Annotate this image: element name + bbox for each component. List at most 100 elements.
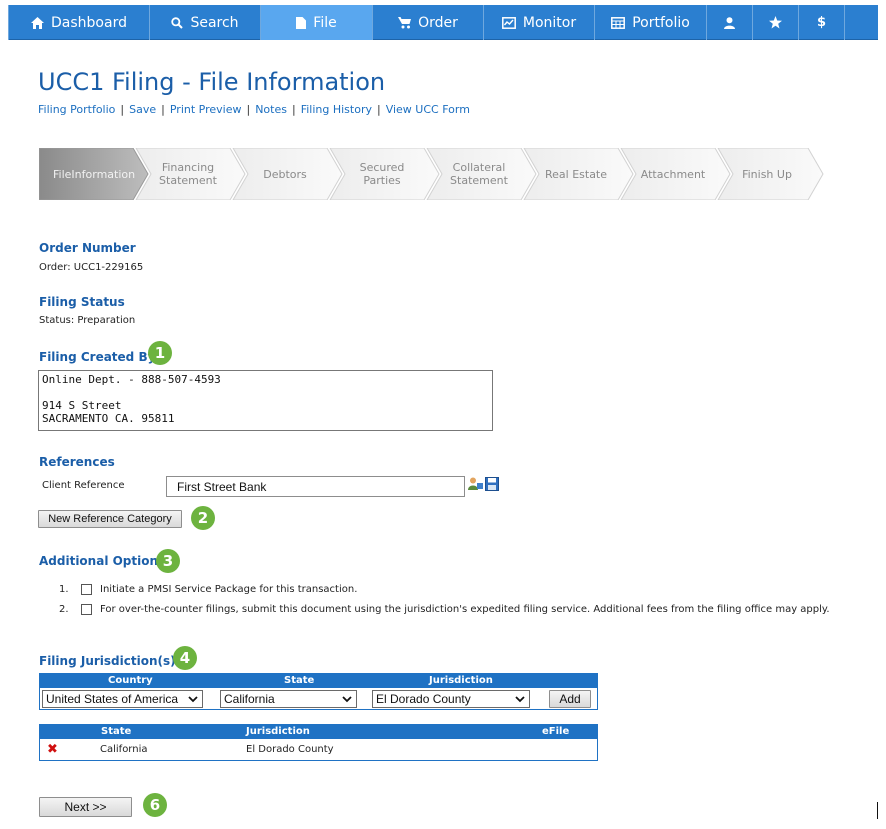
wizard-step-file-information-line2: Information: [71, 167, 136, 181]
save-reference-icon[interactable]: [485, 477, 499, 491]
state-select-value: California: [224, 692, 275, 706]
nav-order[interactable]: Order: [373, 5, 484, 40]
filing-status-text: Status: Preparation: [39, 315, 136, 326]
contact-lookup-icon[interactable]: [468, 477, 483, 491]
wizard-step-finish-up-line1: Finish Up: [742, 167, 792, 181]
country-select-value: United States of America: [46, 692, 179, 706]
filing-created-by-title: Filing Created By: [39, 350, 156, 364]
wizard-step-secured-parties-line1: Secured: [359, 161, 405, 174]
wizard-step-secured-parties-line2: Parties: [363, 174, 401, 187]
wizard-steps: File Information Financing Statement Debto…: [39, 148, 829, 200]
next-button[interactable]: Next >>: [39, 797, 132, 817]
chevron-down-icon: [188, 696, 198, 703]
order-number-title: Order Number: [39, 241, 136, 255]
nav-order-label: Order: [418, 14, 458, 31]
step-badge-6: 6: [143, 793, 167, 817]
cart-icon: [398, 16, 412, 28]
jurisdiction-select[interactable]: El Dorado County: [372, 690, 530, 708]
portfolio-icon: [611, 16, 626, 29]
link-filing-history[interactable]: Filing History: [301, 103, 372, 116]
wizard-step-financing-statement-line2: Statement: [159, 174, 217, 187]
created-by-line-3: 914 S Street: [42, 399, 122, 412]
order-number-text: Order: UCC1-229165: [39, 262, 144, 273]
jurisdiction-list-header: State Jurisdiction eFile: [40, 725, 597, 739]
monitor-icon: [501, 16, 516, 29]
references-title: References: [39, 455, 115, 469]
country-header: Country: [108, 675, 153, 686]
step-badge-1: 1: [148, 341, 172, 365]
state-select[interactable]: California: [220, 690, 357, 708]
nav-dashboard-label: Dashboard: [51, 14, 127, 31]
nav-monitor-label: Monitor: [522, 14, 577, 31]
dollar-icon: $: [816, 15, 827, 30]
client-reference-input[interactable]: [166, 476, 465, 497]
jurisdiction-input-table: Country State Jurisdiction United States…: [39, 673, 598, 710]
table-row: ✖ California El Dorado County: [40, 739, 597, 760]
pmsi-checkbox[interactable]: [81, 584, 92, 595]
file-icon: [296, 16, 307, 29]
search-icon: [171, 16, 184, 29]
nav-file[interactable]: File: [261, 5, 373, 40]
created-by-line-4: SACRAMENTO CA. 95811: [42, 412, 175, 425]
wizard-step-debtors-line1: Debtors: [263, 167, 307, 181]
option-text: Initiate a PMSI Service Package for this…: [100, 584, 358, 595]
new-reference-category-button[interactable]: New Reference Category: [38, 510, 182, 528]
chevron-down-icon: [515, 696, 525, 703]
jurisdiction-input-header: Country State Jurisdiction: [40, 674, 597, 688]
state-header: State: [284, 675, 315, 686]
wizard-step-attachment[interactable]: Attachment: [628, 148, 718, 200]
remove-jurisdiction-icon[interactable]: ✖: [47, 742, 58, 757]
filing-jurisdictions-title: Filing Jurisdiction(s): [39, 654, 176, 668]
client-reference-label: Client Reference: [42, 480, 125, 491]
top-nav: Dashboard Search File Order Monitor Port…: [8, 5, 878, 40]
chevron-down-icon: [342, 696, 352, 703]
link-print-preview[interactable]: Print Preview: [170, 103, 242, 116]
link-view-ucc-form[interactable]: View UCC Form: [386, 103, 470, 116]
wizard-step-real-estate[interactable]: Real Estate: [531, 148, 621, 200]
home-icon: [31, 16, 45, 29]
action-links: Filing Portfolio | Save | Print Preview | Note…: [38, 103, 470, 116]
nav-portfolio[interactable]: Portfolio: [595, 5, 707, 40]
wizard-step-real-estate-line1: Real Estate: [544, 167, 608, 181]
jurisdiction-select-value: El Dorado County: [376, 692, 471, 706]
step-badge-4: 4: [173, 646, 197, 670]
wizard-step-secured-parties[interactable]: Secured Parties: [337, 148, 427, 200]
nav-search-label: Search: [190, 14, 239, 31]
nav-billing[interactable]: $: [799, 5, 845, 40]
nav-search[interactable]: Search: [150, 5, 261, 40]
nav-dashboard[interactable]: Dashboard: [8, 5, 150, 40]
wizard-step-debtors[interactable]: Debtors: [240, 148, 330, 200]
list-state-header: State: [101, 726, 132, 737]
wizard-step-collateral-statement-line1: Collateral: [452, 161, 506, 174]
list-efile-header: eFile: [542, 726, 570, 737]
expedited-checkbox[interactable]: [81, 604, 92, 615]
wizard-step-finish-up[interactable]: Finish Up: [722, 148, 812, 200]
filing-created-by-box: Online Dept. - 888-507-4593 914 S Street…: [38, 370, 493, 431]
user-icon: [724, 16, 735, 29]
link-filing-portfolio[interactable]: Filing Portfolio: [38, 103, 115, 116]
wizard-step-collateral-statement-line2: Statement: [450, 174, 508, 187]
wizard-step-collateral-statement[interactable]: Collateral Statement: [434, 148, 524, 200]
link-save[interactable]: Save: [129, 103, 156, 116]
option-item-pmsi: 1. Initiate a PMSI Service Package for t…: [59, 584, 357, 595]
nav-monitor[interactable]: Monitor: [484, 5, 595, 40]
wizard-step-financing-statement-line1: Financing: [161, 161, 215, 174]
wizard-step-financing-statement[interactable]: Financing Statement: [143, 148, 233, 200]
additional-options-title: Additional Options: [39, 554, 166, 568]
jurisdiction-header: Jurisdiction: [429, 675, 493, 686]
wizard-step-file-information[interactable]: File Information: [39, 148, 136, 200]
row-jurisdiction: El Dorado County: [246, 744, 334, 755]
add-jurisdiction-button[interactable]: Add: [549, 690, 591, 708]
link-notes[interactable]: Notes: [255, 103, 287, 116]
jurisdiction-input-row: United States of America California El D…: [40, 688, 597, 709]
country-select[interactable]: United States of America: [42, 690, 203, 708]
nav-account[interactable]: [707, 5, 753, 40]
step-badge-2: 2: [191, 506, 215, 530]
option-item-expedited: 2. For over-the-counter filings, submit …: [59, 604, 830, 615]
star-icon: [769, 16, 782, 29]
nav-favorites[interactable]: [753, 5, 799, 40]
row-state: California: [100, 744, 148, 755]
jurisdiction-list-table: State Jurisdiction eFile ✖ California El…: [39, 724, 598, 761]
page-title: UCC1 Filing - File Information: [38, 68, 386, 96]
option-number: 2.: [59, 604, 69, 615]
